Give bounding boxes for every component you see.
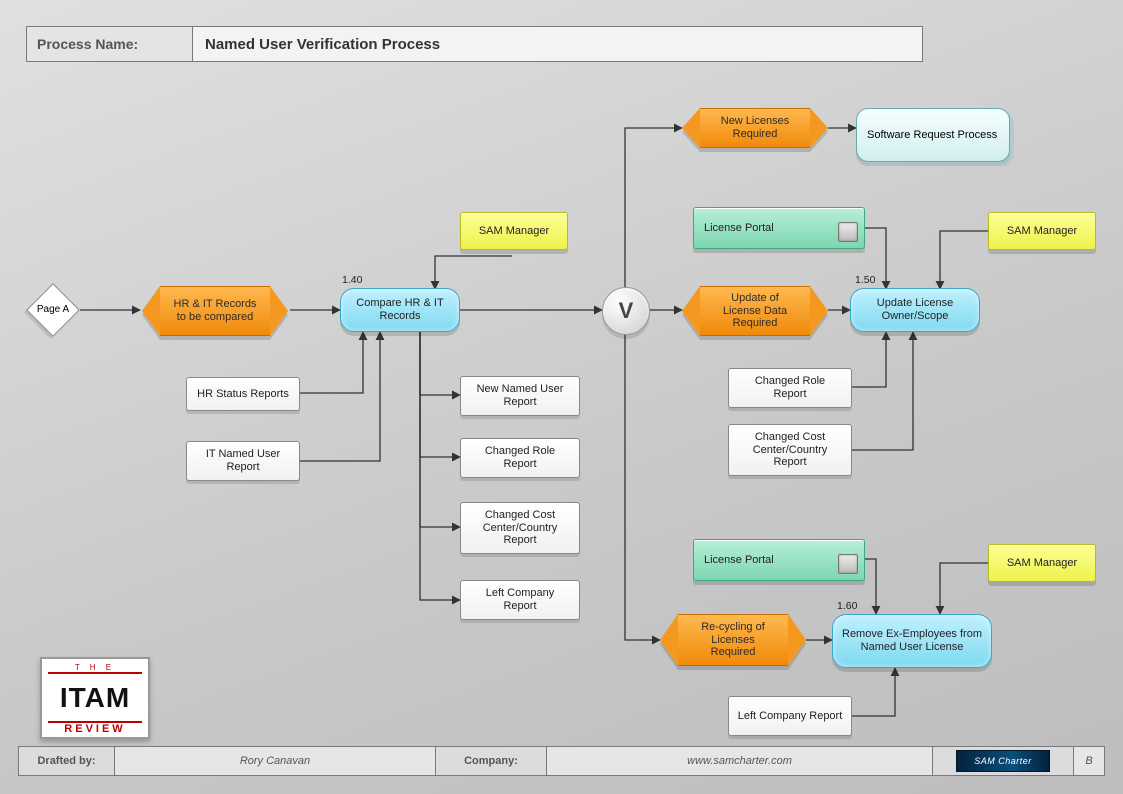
doc-left-company-report-2: Left Company Report — [728, 696, 852, 736]
doc-changed-cost-country-report-1: Changed Cost Center/Country Report — [460, 502, 580, 554]
title-bar: Process Name: Named User Verification Pr… — [26, 26, 923, 62]
process-compare-hr-it: Compare HR & IT Records — [340, 288, 460, 332]
doc-changed-role-report-2: Changed Role Report — [728, 368, 852, 408]
role-sam-manager-2: SAM Manager — [988, 212, 1096, 250]
step-number-remove: 1.60 — [837, 600, 857, 612]
company-label: Company: — [436, 747, 547, 775]
store-license-portal-1: License Portal — [693, 207, 865, 249]
hex-new-licenses-required: New Licenses Required — [700, 108, 810, 148]
store-label: License Portal — [704, 554, 774, 566]
hex-recycling-licenses: Re-cycling of Licenses Required — [678, 614, 788, 666]
hex-update-license-data: Update of License Data Required — [700, 286, 810, 336]
step-number-compare: 1.40 — [342, 274, 362, 286]
doc-left-company-report-1: Left Company Report — [460, 580, 580, 620]
doc-it-named-user-report: IT Named User Report — [186, 441, 300, 481]
doc-hr-status-reports: HR Status Reports — [186, 377, 300, 411]
process-name-label: Process Name: — [27, 27, 193, 61]
hex-hr-it-records: HR & IT Records to be compared — [160, 286, 270, 336]
footer-badge-cell: SAM Charter — [933, 747, 1074, 775]
store-label: License Portal — [704, 222, 774, 234]
disk-icon — [838, 222, 858, 242]
role-sam-manager-3: SAM Manager — [988, 544, 1096, 582]
doc-changed-cost-country-report-2: Changed Cost Center/Country Report — [728, 424, 852, 476]
step-number-update: 1.50 — [855, 274, 875, 286]
company-value: www.samcharter.com — [547, 747, 933, 775]
diagram-canvas: Process Name: Named User Verification Pr… — [0, 0, 1123, 794]
store-license-portal-2: License Portal — [693, 539, 865, 581]
role-sam-manager-1: SAM Manager — [460, 212, 568, 250]
gateway-v: V — [602, 287, 650, 335]
sam-charter-badge: SAM Charter — [956, 750, 1050, 772]
page-ref-a: Page A — [28, 285, 78, 335]
logo-bot: REVIEW — [48, 721, 142, 735]
disk-icon — [838, 554, 858, 574]
process-update-license-owner-scope: Update License Owner/Scope — [850, 288, 980, 332]
footer-page: B — [1074, 747, 1104, 775]
logo-top: T H E — [48, 663, 142, 674]
itam-review-logo: T H E ITAM REVIEW — [40, 657, 150, 739]
process-remove-ex-employees: Remove Ex-Employees from Named User Lice… — [832, 614, 992, 668]
drafted-by-value: Rory Canavan — [115, 747, 436, 775]
drafted-by-label: Drafted by: — [19, 747, 115, 775]
logo-mid: ITAM — [48, 684, 142, 712]
doc-new-named-user-report: New Named User Report — [460, 376, 580, 416]
process-name-value: Named User Verification Process — [193, 27, 922, 61]
subprocess-software-request: Software Request Process — [856, 108, 1010, 162]
doc-changed-role-report-1: Changed Role Report — [460, 438, 580, 478]
footer-bar: Drafted by: Rory Canavan Company: www.sa… — [18, 746, 1105, 776]
